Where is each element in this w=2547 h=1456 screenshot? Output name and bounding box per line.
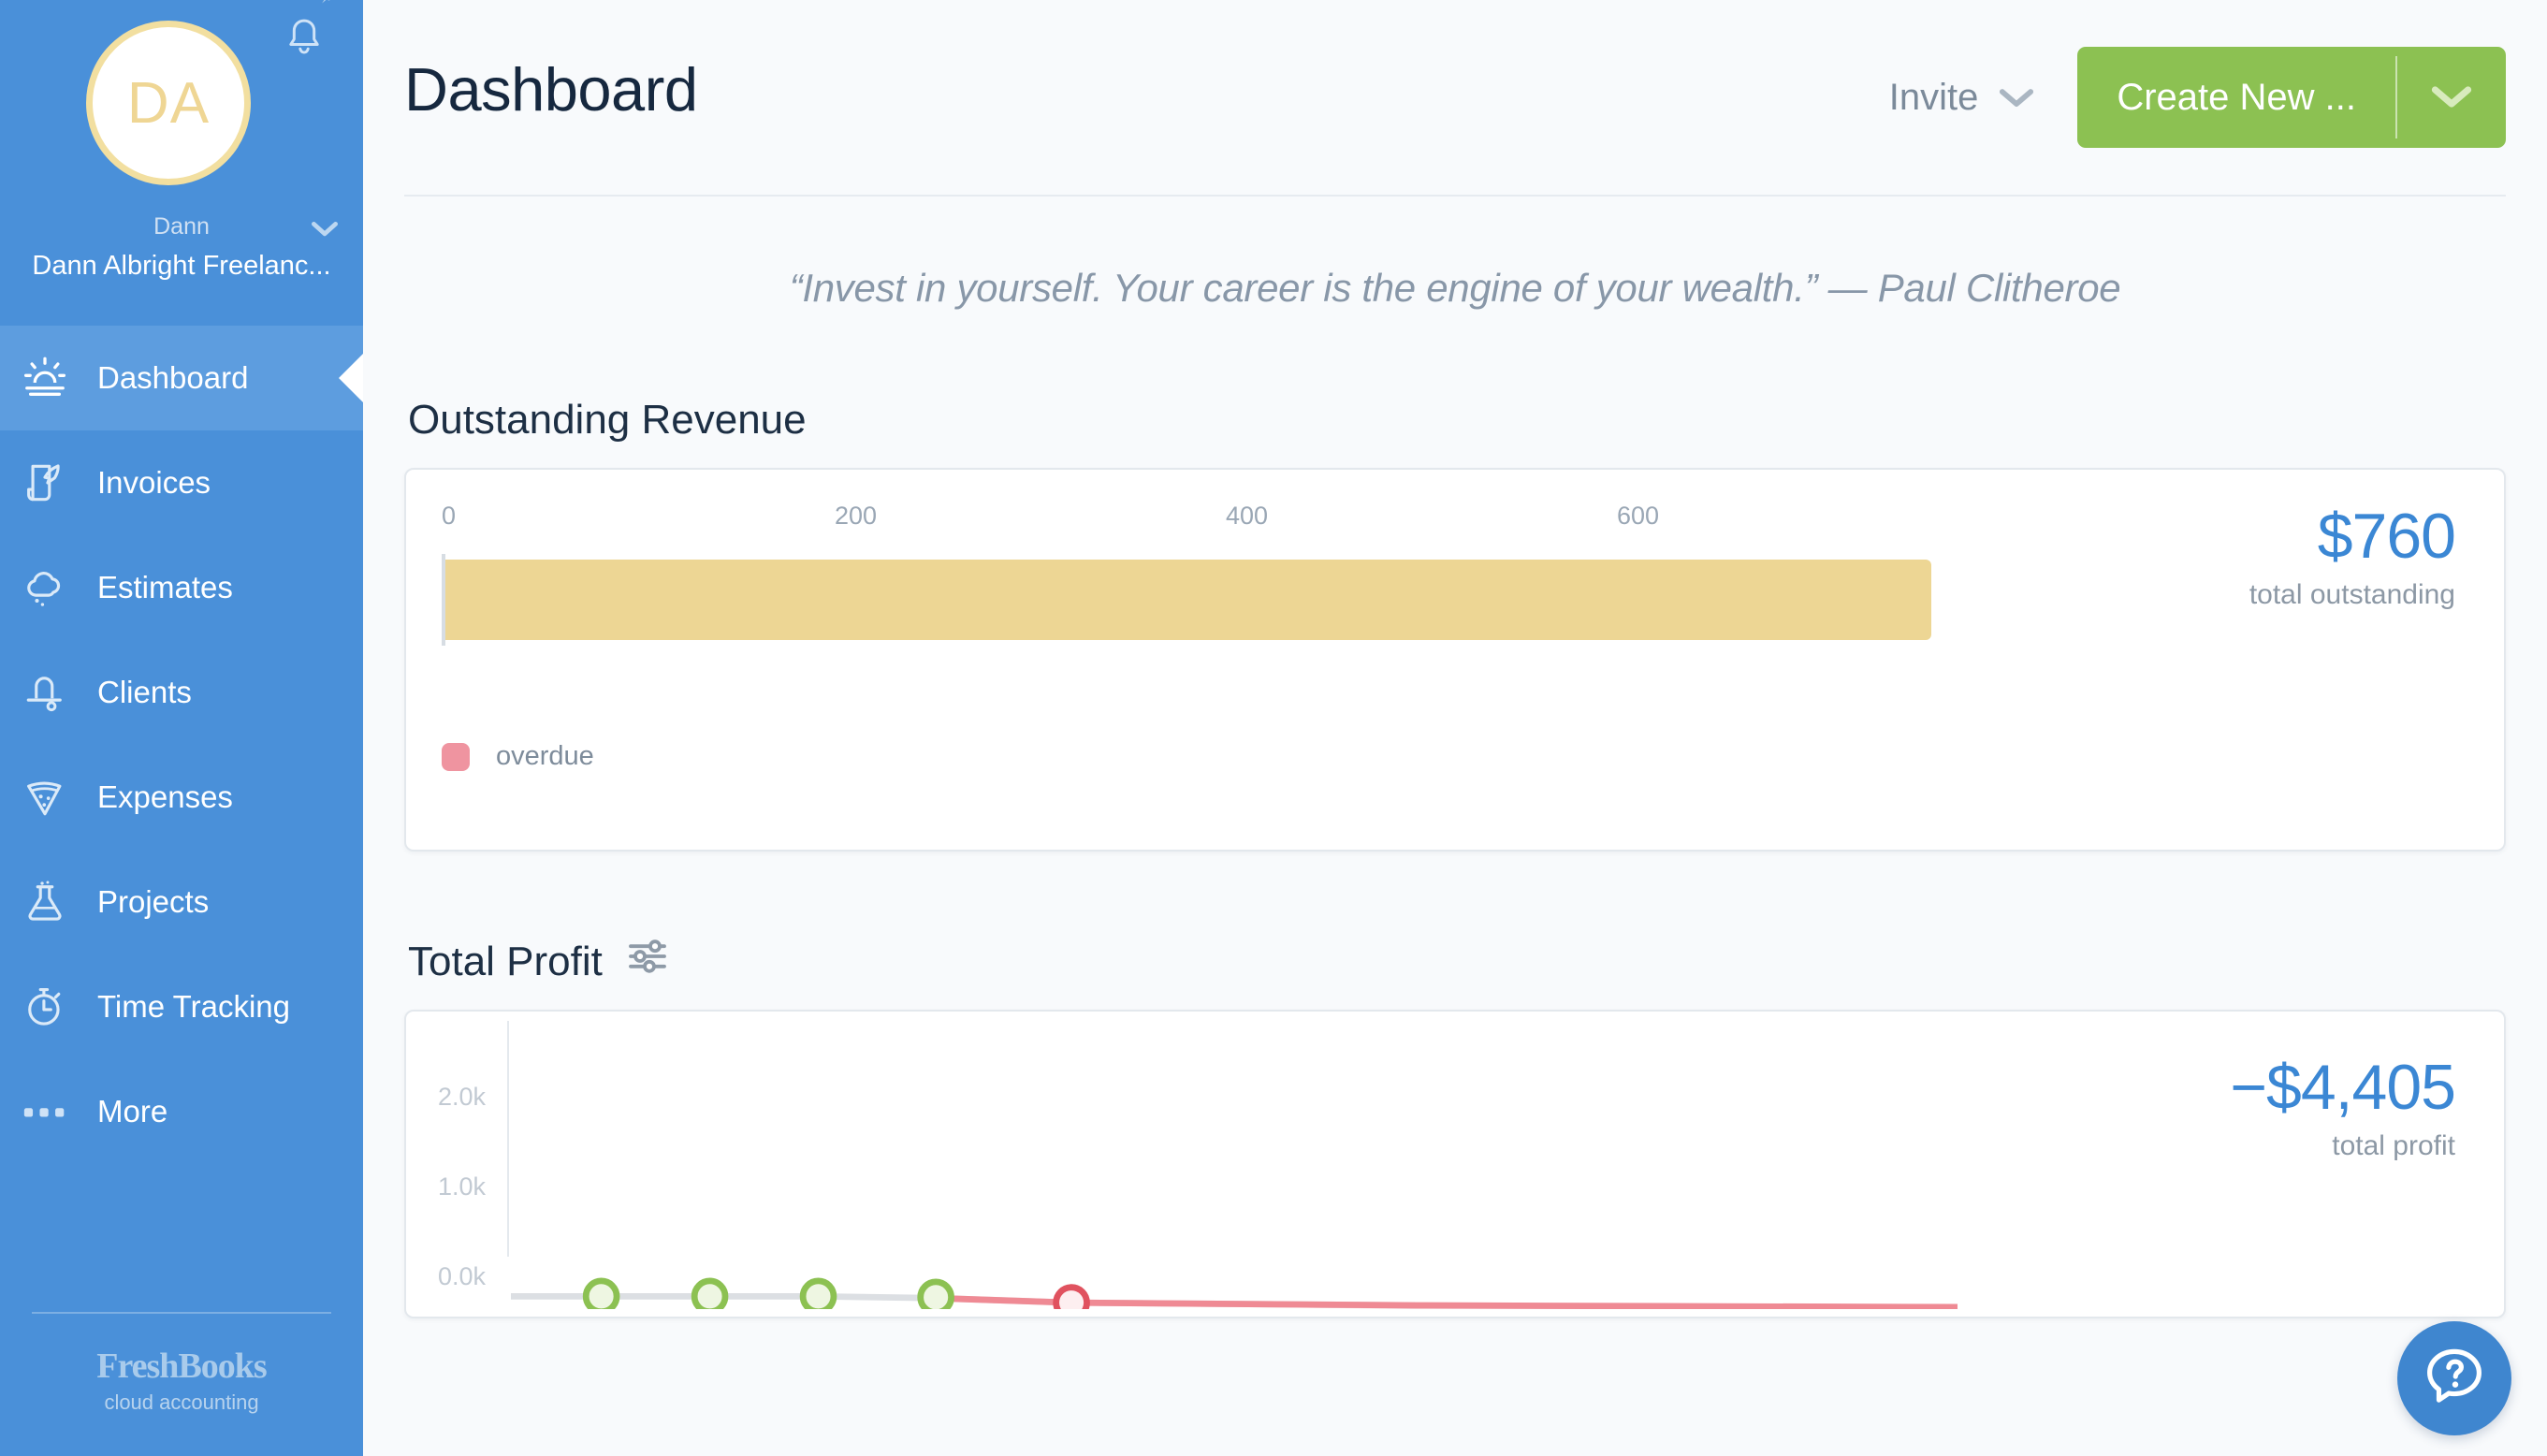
x-tick-400: 400 bbox=[1226, 502, 1268, 531]
total-outstanding-value: $760 bbox=[1980, 503, 2455, 570]
sidebar-item-label: Clients bbox=[97, 675, 192, 710]
legend-label-overdue: overdue bbox=[496, 741, 594, 772]
create-new-button[interactable]: Create New ... bbox=[2077, 47, 2506, 148]
outstanding-revenue-chart: 0 200 400 600 overdue bbox=[406, 470, 1980, 850]
sidebar-item-label: Time Tracking bbox=[97, 989, 290, 1025]
sunrise-icon bbox=[19, 352, 71, 404]
sidebar-company-name: Dann Albright Freelanc... bbox=[0, 251, 363, 282]
total-profit-header: Total Profit bbox=[408, 938, 2506, 985]
y-tick-0: 0.0k bbox=[438, 1262, 486, 1291]
x-tick-600: 600 bbox=[1617, 502, 1659, 531]
stopwatch-icon bbox=[19, 981, 71, 1033]
help-chat-icon bbox=[2420, 1342, 2489, 1416]
total-profit-card: 2.0k 1.0k 0.0k bbox=[404, 1010, 2506, 1318]
sidebar-item-label: Estimates bbox=[97, 570, 233, 605]
sidebar-item-clients[interactable]: Clients bbox=[0, 640, 363, 745]
outstanding-revenue-title: Outstanding Revenue bbox=[408, 397, 2506, 444]
total-outstanding-caption: total outstanding bbox=[1980, 579, 2455, 611]
x-tick-200: 200 bbox=[835, 502, 877, 531]
help-button[interactable] bbox=[2397, 1321, 2511, 1435]
ellipsis-icon bbox=[19, 1085, 71, 1138]
sidebar-item-label: Dashboard bbox=[97, 360, 248, 396]
main-content: Dashboard Invite Create New ... bbox=[363, 0, 2547, 1456]
freshbooks-tagline: cloud accounting bbox=[104, 1390, 258, 1415]
sidebar-item-label: Projects bbox=[97, 884, 209, 920]
y-axis-line bbox=[507, 1021, 509, 1257]
sidebar-item-label: More bbox=[97, 1094, 167, 1129]
create-new-label: Create New ... bbox=[2077, 47, 2395, 148]
avatar[interactable]: DA bbox=[86, 21, 251, 185]
outstanding-revenue-section: Outstanding Revenue 0 200 400 600 bbox=[363, 397, 2547, 852]
sidebar-item-label: Invoices bbox=[97, 465, 211, 501]
freshbooks-wordmark: FreshBooks bbox=[96, 1346, 266, 1387]
legend-swatch-overdue bbox=[442, 743, 470, 771]
chart-legend: overdue bbox=[442, 741, 1980, 772]
sidebar-item-more[interactable]: More bbox=[0, 1059, 363, 1164]
sidebar-item-invoices[interactable]: Invoices bbox=[0, 430, 363, 535]
sidebar: DA Dann Dann Albright Freelanc... bbox=[0, 0, 363, 1456]
avatar-initials: DA bbox=[127, 70, 210, 137]
revenue-bar bbox=[445, 560, 1931, 640]
chevron-down-icon bbox=[1999, 77, 2034, 119]
sidebar-item-time-tracking[interactable]: Time Tracking bbox=[0, 954, 363, 1059]
sidebar-divider bbox=[32, 1312, 331, 1314]
total-profit-chart: 2.0k 1.0k 0.0k bbox=[406, 1012, 1980, 1317]
sidebar-item-label: Expenses bbox=[97, 779, 233, 815]
x-axis-labels: 0 200 400 600 bbox=[442, 502, 1980, 545]
invite-label: Invite bbox=[1889, 77, 1979, 119]
flask-icon bbox=[19, 876, 71, 928]
cloud-icon bbox=[19, 561, 71, 614]
bell-icon[interactable] bbox=[284, 17, 324, 60]
quill-doc-icon bbox=[19, 457, 71, 509]
total-profit-value: −$4,405 bbox=[1980, 1055, 2455, 1121]
chevron-down-icon[interactable] bbox=[311, 220, 339, 239]
total-profit-section: Total Profit 2.0k 1.0k 0.0k bbox=[363, 938, 2547, 1318]
x-tick-0: 0 bbox=[442, 502, 456, 531]
chevron-down-icon[interactable] bbox=[2397, 47, 2506, 148]
total-profit-caption: total profit bbox=[1980, 1130, 2455, 1162]
total-profit-summary: −$4,405 total profit bbox=[1980, 1012, 2504, 1317]
sidebar-item-expenses[interactable]: Expenses bbox=[0, 745, 363, 850]
bowler-hat-icon bbox=[19, 666, 71, 719]
profit-line-plot bbox=[511, 1038, 1958, 1309]
sidebar-item-estimates[interactable]: Estimates bbox=[0, 535, 363, 640]
sidebar-user-name: Dann bbox=[0, 213, 363, 240]
header-actions: Invite Create New ... bbox=[1889, 47, 2506, 148]
sliders-icon[interactable] bbox=[627, 938, 668, 985]
sidebar-profile: DA Dann Dann Albright Freelanc... bbox=[0, 0, 363, 326]
sidebar-item-projects[interactable]: Projects bbox=[0, 850, 363, 954]
freshbooks-logo: FreshBooks cloud accounting bbox=[0, 1346, 363, 1439]
page-title: Dashboard bbox=[404, 54, 698, 124]
outstanding-revenue-card: 0 200 400 600 overdue $760 bbox=[404, 468, 2506, 852]
sidebar-item-dashboard[interactable]: Dashboard bbox=[0, 326, 363, 430]
app-root: DA Dann Dann Albright Freelanc... bbox=[0, 0, 2547, 1456]
quote-text: “Invest in yourself. Your career is the … bbox=[363, 197, 2547, 311]
y-tick-2000: 2.0k bbox=[438, 1083, 486, 1112]
sidebar-footer: FreshBooks cloud accounting bbox=[0, 1312, 363, 1456]
sidebar-nav: Dashboard Invoices bbox=[0, 326, 363, 1164]
total-profit-title: Total Profit bbox=[408, 939, 603, 985]
bar-plot-area bbox=[442, 560, 1980, 640]
y-tick-1000: 1.0k bbox=[438, 1172, 486, 1201]
invite-dropdown[interactable]: Invite bbox=[1889, 77, 2035, 119]
page-header: Dashboard Invite Create New ... bbox=[363, 0, 2547, 195]
pizza-icon bbox=[19, 771, 71, 823]
outstanding-revenue-summary: $760 total outstanding bbox=[1980, 470, 2504, 850]
